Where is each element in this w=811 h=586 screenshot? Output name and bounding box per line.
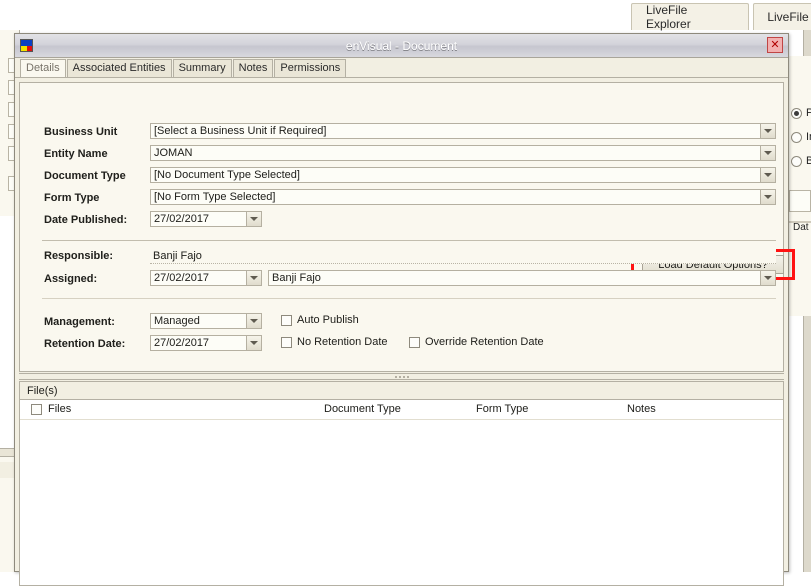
document-type-value: [No Document Type Selected] — [154, 169, 300, 181]
chevron-down-icon[interactable] — [246, 314, 261, 328]
form-separator-2 — [42, 298, 776, 299]
radio-b-label: B — [806, 155, 811, 167]
tab-notes[interactable]: Notes — [232, 59, 274, 77]
app-logo-icon — [20, 39, 33, 52]
background-right-subfield[interactable] — [789, 190, 811, 212]
checkbox-override-retention-date-label: Override Retention Date — [425, 336, 544, 348]
label-entity-name: Entity Name — [44, 148, 108, 160]
dialog-tab-strip: Details Associated Entities Summary Note… — [15, 58, 788, 78]
responsible-value: Banji Fajo — [153, 249, 202, 262]
column-header-document-type[interactable]: Document Type — [324, 403, 401, 415]
date-published-value: 27/02/2017 — [154, 213, 210, 225]
chevron-down-icon[interactable] — [246, 212, 261, 226]
files-panel: File(s) Files Document Type Form Type No… — [19, 381, 784, 586]
tab-livefile-explorer[interactable]: LiveFile Explorer — [631, 3, 749, 31]
label-retention-date: Retention Date: — [44, 338, 126, 350]
label-form-type: Form Type — [44, 192, 100, 204]
files-section-title: File(s) — [20, 382, 783, 400]
label-document-type: Document Type — [44, 170, 126, 182]
column-header-form-type-label: Form Type — [476, 403, 529, 415]
tab-notes-label: Notes — [238, 62, 268, 74]
radio-b-icon — [791, 155, 802, 167]
select-all-files-checkbox[interactable] — [31, 403, 42, 415]
tab-permissions[interactable]: Permissions — [274, 59, 347, 77]
form-type-value: [No Form Type Selected] — [154, 191, 276, 203]
retention-date-value: 27/02/2017 — [154, 337, 210, 349]
business-unit-combo[interactable]: [Select a Business Unit if Required] — [150, 123, 776, 139]
checkbox-override-retention-date[interactable]: Override Retention Date — [409, 336, 544, 348]
dialog-body: Business Unit [Select a Business Unit if… — [15, 78, 795, 586]
checkbox-no-retention-date[interactable]: No Retention Date — [281, 336, 388, 348]
label-management: Management: — [44, 316, 115, 328]
radio-p-icon — [791, 107, 802, 119]
tab-livefile-explorer-label: LiveFile Explorer — [646, 3, 691, 31]
label-responsible: Responsible: — [44, 250, 114, 262]
column-header-document-type-label: Document Type — [324, 403, 401, 415]
label-date-published: Date Published: — [44, 214, 128, 226]
panel-splitter[interactable] — [19, 372, 784, 381]
tab-livefile-label: LiveFile — [767, 10, 809, 24]
management-value: Managed — [154, 315, 200, 327]
checkbox-auto-publish-label: Auto Publish — [297, 314, 359, 326]
tab-details-label: Details — [26, 62, 60, 74]
checkbox-no-retention-date-box — [281, 336, 292, 348]
chevron-down-icon[interactable] — [760, 190, 775, 204]
checkbox-auto-publish[interactable]: Auto Publish — [281, 314, 359, 326]
background-date-label: Dat — [793, 222, 809, 233]
entity-name-value: JOMAN — [154, 147, 193, 159]
chevron-down-icon[interactable] — [246, 271, 261, 285]
label-assigned: Assigned: — [44, 273, 98, 285]
tab-details[interactable]: Details — [20, 59, 66, 77]
chevron-down-icon[interactable] — [760, 124, 775, 138]
radio-option-b[interactable]: B — [791, 155, 811, 167]
assigned-date-value: 27/02/2017 — [154, 272, 210, 284]
chevron-down-icon[interactable] — [246, 336, 261, 350]
radio-p-label: P — [806, 107, 811, 119]
date-published-picker[interactable]: 27/02/2017 — [150, 211, 262, 227]
radio-option-in[interactable]: In — [791, 131, 811, 143]
tab-permissions-label: Permissions — [280, 62, 341, 74]
tab-summary-label: Summary — [178, 62, 226, 74]
column-header-files-label: Files — [48, 403, 72, 415]
splitter-grip-icon — [393, 375, 410, 378]
retention-date-picker[interactable]: 27/02/2017 — [150, 335, 262, 351]
assigned-name-combo[interactable]: Banji Fajo — [268, 270, 776, 286]
checkbox-override-retention-date-box — [409, 336, 420, 348]
envisual-document-dialog: enVisual - Document ✕ Details Associated… — [14, 33, 795, 586]
chevron-down-icon[interactable] — [760, 271, 775, 285]
tab-associated-entities[interactable]: Associated Entities — [66, 59, 172, 77]
close-icon[interactable]: ✕ — [767, 37, 783, 53]
radio-in-label: In — [806, 131, 811, 143]
checkbox-auto-publish-box — [281, 314, 292, 326]
radio-in-icon — [791, 131, 802, 143]
assigned-date-picker[interactable]: 27/02/2017 — [150, 270, 262, 286]
chevron-down-icon[interactable] — [760, 146, 775, 160]
tab-livefile[interactable]: LiveFile — [753, 3, 811, 30]
tab-associated-entities-label: Associated Entities — [72, 62, 166, 74]
assigned-name-value: Banji Fajo — [272, 272, 321, 284]
files-table-header: Files Document Type Form Type Notes — [20, 400, 783, 420]
form-type-combo[interactable]: [No Form Type Selected] — [150, 189, 776, 205]
background-tab-strip: LiveFile Explorer LiveFile — [0, 0, 811, 31]
label-business-unit: Business Unit — [44, 126, 118, 138]
radio-option-p[interactable]: P — [791, 107, 811, 119]
management-combo[interactable]: Managed — [150, 313, 262, 329]
responsible-field[interactable]: Banji Fajo — [150, 248, 776, 264]
details-form-panel: Business Unit [Select a Business Unit if… — [19, 82, 795, 372]
dialog-title: enVisual - Document — [345, 38, 458, 53]
chevron-down-icon[interactable] — [760, 168, 775, 182]
column-header-form-type[interactable]: Form Type — [476, 403, 528, 415]
business-unit-value: [Select a Business Unit if Required] — [154, 125, 327, 137]
entity-name-combo[interactable]: JOMAN — [150, 145, 776, 161]
form-separator-1 — [42, 240, 776, 241]
document-type-combo[interactable]: [No Document Type Selected] — [150, 167, 776, 183]
checkbox-no-retention-date-label: No Retention Date — [297, 336, 388, 348]
tab-summary[interactable]: Summary — [172, 59, 232, 77]
column-header-notes-label: Notes — [627, 403, 656, 415]
column-header-notes[interactable]: Notes — [627, 403, 656, 415]
column-header-files[interactable]: Files — [31, 403, 71, 415]
dialog-title-bar[interactable]: enVisual - Document ✕ — [15, 34, 788, 58]
